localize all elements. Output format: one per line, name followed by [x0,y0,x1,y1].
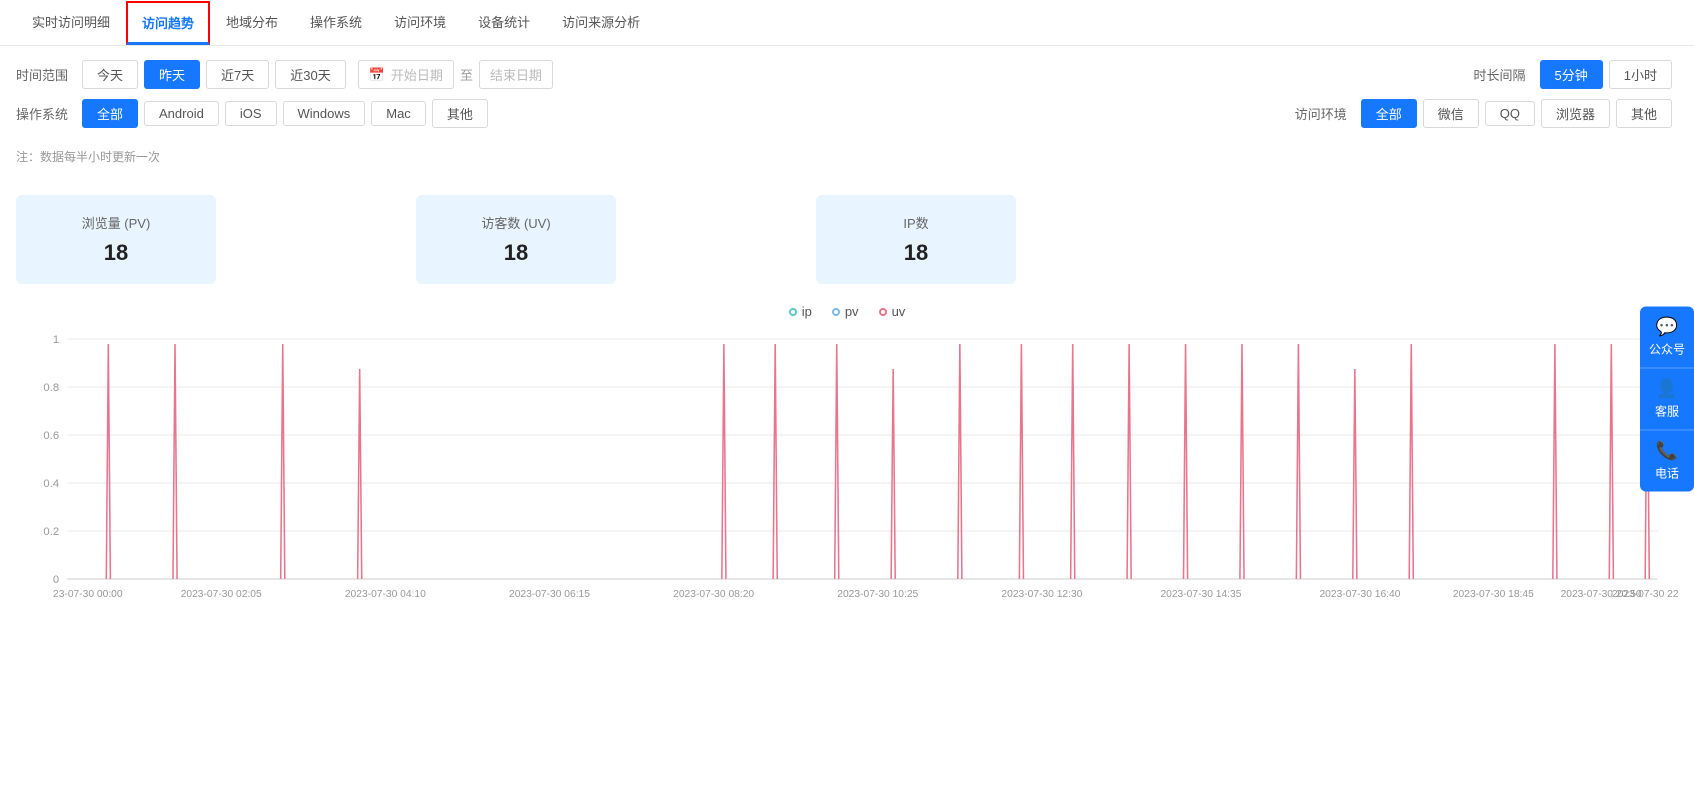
btn-30days[interactable]: 近30天 [275,60,345,89]
btn-env-all[interactable]: 全部 [1361,99,1417,128]
btn-os-android[interactable]: Android [144,101,219,126]
wechat-icon: 💬 [1656,317,1678,338]
main-chart-svg: 1 0.8 0.6 0.4 0.2 0 [16,329,1678,609]
os-label: 操作系统 [16,104,72,123]
float-wechat-btn[interactable]: 💬 公众号 [1640,307,1694,369]
tab-trend[interactable]: 访问趋势 [126,1,210,45]
legend-uv-label: uv [892,304,906,319]
float-service-label: 客服 [1655,403,1679,420]
legend-pv-icon [832,308,840,316]
btn-env-qq[interactable]: QQ [1485,101,1535,126]
tab-region[interactable]: 地域分布 [210,0,294,46]
btn-os-all[interactable]: 全部 [82,99,138,128]
float-phone-btn[interactable]: 📞 电话 [1640,431,1694,492]
stat-uv-title: 访客数 (UV) [446,213,586,232]
svg-text:2023-07-30 02:05: 2023-07-30 02:05 [181,589,262,600]
float-phone-label: 电话 [1655,465,1679,482]
stat-ip-value: 18 [846,240,986,266]
float-wechat-label: 公众号 [1649,341,1685,358]
svg-text:2023-07-30 18:45: 2023-07-30 18:45 [1453,589,1534,600]
tab-realtime[interactable]: 实时访问明细 [16,0,126,46]
btn-1hour[interactable]: 1小时 [1609,60,1672,89]
interval-label: 时长间隔 [1474,65,1530,84]
time-range-label: 时间范围 [16,65,72,84]
svg-text:0.4: 0.4 [43,478,59,490]
legend-ip-label: ip [802,304,812,319]
svg-text:2023-07-30 16:40: 2023-07-30 16:40 [1319,589,1400,600]
float-service-btn[interactable]: 👤 客服 [1640,369,1694,431]
stat-pv: 浏览量 (PV) 18 [16,195,216,284]
stat-ip-title: IP数 [846,213,986,232]
tab-os[interactable]: 操作系统 [294,0,378,46]
btn-os-mac[interactable]: Mac [371,101,426,126]
svg-text:0: 0 [53,574,59,586]
btn-os-other[interactable]: 其他 [432,99,488,128]
calendar-icon: 📅 [369,67,385,83]
date-separator: 至 [460,65,473,84]
stat-pv-value: 18 [46,240,186,266]
btn-today[interactable]: 今天 [82,60,138,89]
svg-text:0.2: 0.2 [43,526,59,538]
tab-source[interactable]: 访问来源分析 [546,0,656,46]
tab-device[interactable]: 设备统计 [462,0,546,46]
service-icon: 👤 [1656,379,1678,400]
btn-env-wechat[interactable]: 微信 [1423,99,1479,128]
svg-text:1: 1 [53,334,59,346]
time-range-row: 时间范围 今天 昨天 近7天 近30天 📅 开始日期 至 结束日期 时长间隔 5… [16,60,1678,89]
legend-uv: uv [879,304,906,319]
svg-text:2023-07-30 08:20: 2023-07-30 08:20 [673,589,754,600]
btn-env-browser[interactable]: 浏览器 [1541,99,1610,128]
stat-ip: IP数 18 [816,195,1016,284]
svg-text:0.6: 0.6 [43,430,59,442]
svg-text:2023-07-30 14:35: 2023-07-30 14:35 [1160,589,1241,600]
visit-env-filters: 访问环境 全部 微信 QQ 浏览器 其他 [1275,99,1678,128]
btn-yesterday[interactable]: 昨天 [144,60,200,89]
filters-section: 时间范围 今天 昨天 近7天 近30天 📅 开始日期 至 结束日期 时长间隔 5… [0,46,1694,146]
legend-ip-icon [789,308,797,316]
svg-text:2023-07-30 10:25: 2023-07-30 10:25 [837,589,918,600]
date-end-placeholder: 结束日期 [490,65,542,84]
svg-text:2023-07-30 04:10: 2023-07-30 04:10 [345,589,426,600]
tab-bar: 实时访问明细 访问趋势 地域分布 操作系统 访问环境 设备统计 访问来源分析 [0,0,1694,46]
svg-text:23-07-30 00:00: 23-07-30 00:00 [53,589,123,600]
svg-text:0.8: 0.8 [43,382,59,394]
btn-5min[interactable]: 5分钟 [1540,60,1603,89]
visit-env-label: 访问环境 [1295,104,1351,123]
stats-cards: 浏览量 (PV) 18 访客数 (UV) 18 IP数 18 [0,175,1694,294]
date-end-input[interactable]: 结束日期 [479,60,553,89]
btn-env-other[interactable]: 其他 [1616,99,1672,128]
chart-legend: ip pv uv [16,304,1678,319]
legend-pv: pv [832,304,859,319]
chart-container: ip pv uv 1 0.8 0.6 0.4 0.2 0 [0,294,1694,619]
svg-text:2023-07-30 06:15: 2023-07-30 06:15 [509,589,590,600]
float-buttons: 💬 公众号 👤 客服 📞 电话 [1640,307,1694,492]
btn-os-windows[interactable]: Windows [283,101,366,126]
stat-pv-title: 浏览量 (PV) [46,213,186,232]
right-filters: 时长间隔 5分钟 1小时 [1454,60,1678,89]
btn-7days[interactable]: 近7天 [206,60,269,89]
date-start-input[interactable]: 📅 开始日期 [358,60,454,89]
legend-uv-icon [879,308,887,316]
update-note: 注：数据每半小时更新一次 [0,146,1694,175]
legend-pv-label: pv [845,304,859,319]
svg-text:2023-07-30 22:55: 2023-07-30 22:55 [1612,589,1678,600]
tab-env[interactable]: 访问环境 [378,0,462,46]
svg-text:2023-07-30 12:30: 2023-07-30 12:30 [1001,589,1082,600]
legend-ip: ip [789,304,812,319]
phone-icon: 📞 [1656,441,1678,462]
os-row: 操作系统 全部 Android iOS Windows Mac 其他 访问环境 … [16,99,1678,128]
chart-area: 1 0.8 0.6 0.4 0.2 0 [16,329,1678,609]
stat-uv-value: 18 [446,240,586,266]
date-range-picker[interactable]: 📅 开始日期 至 结束日期 [358,60,553,89]
stat-uv: 访客数 (UV) 18 [416,195,616,284]
date-start-placeholder: 开始日期 [391,65,443,84]
btn-os-ios[interactable]: iOS [225,101,277,126]
